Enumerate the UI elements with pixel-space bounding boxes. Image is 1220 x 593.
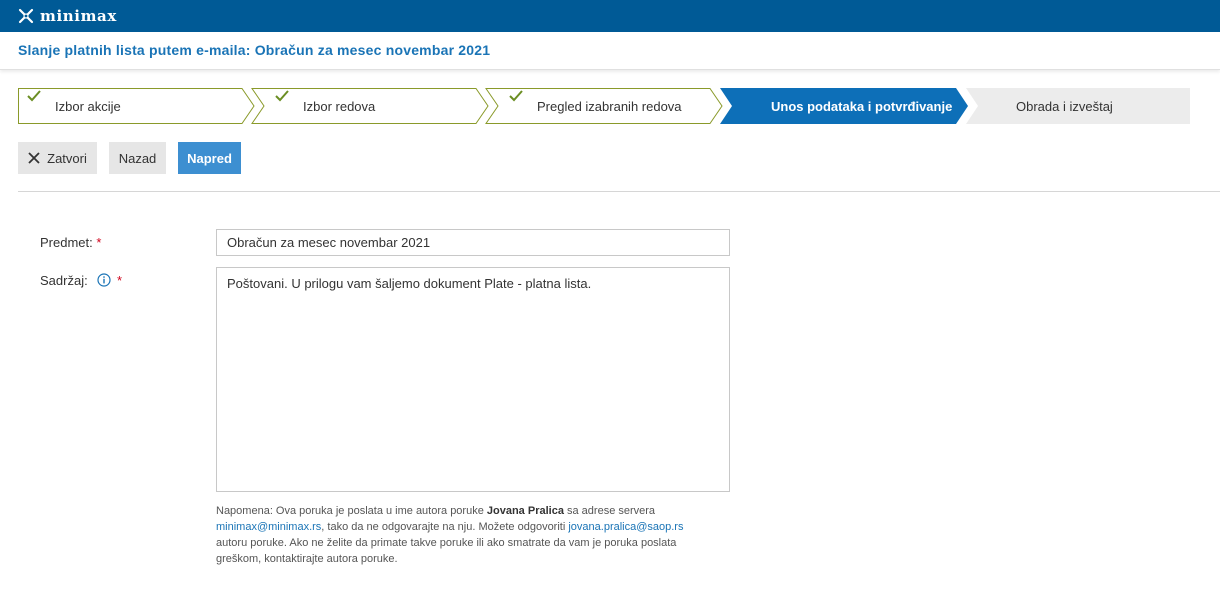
close-icon [28, 152, 40, 164]
app-logo[interactable]: minimax [18, 6, 117, 26]
server-email-link[interactable]: minimax@minimax.rs [216, 521, 321, 533]
check-icon [27, 90, 41, 102]
content-textarea[interactable]: Poštovani. U prilogu vam šaljemo dokumen… [216, 267, 730, 492]
required-mark: * [96, 235, 102, 250]
note-text: Napomena: Ova poruka je poslata u ime au… [216, 503, 716, 567]
subject-label-text: Predmet: [40, 235, 93, 250]
note-part-1: Napomena: Ova poruka je poslata u ime au… [216, 505, 487, 517]
subject-label: Predmet: * [40, 235, 101, 250]
required-mark: * [116, 273, 123, 288]
subject-input[interactable] [216, 229, 730, 256]
note-part-3: , tako da ne odgovarajte na nju. Možete … [321, 521, 569, 533]
top-bar: minimax [0, 0, 1220, 32]
wizard-steps: Izbor akcije Izbor redova Pregled izabra… [18, 88, 1190, 124]
check-icon [275, 90, 289, 102]
content-label: Sadržaj: * [40, 273, 122, 288]
divider [18, 191, 1220, 192]
content-label-text: Sadržaj: [40, 273, 88, 288]
wizard-step-4: Unos podataka i potvrđivanje [771, 99, 953, 114]
app-name: minimax [40, 7, 117, 25]
wizard-step-3[interactable]: Pregled izabranih redova [537, 99, 682, 114]
wizard-step-1-shape [18, 88, 255, 124]
back-button[interactable]: Nazad [109, 142, 166, 174]
title-bar: Slanje platnih lista putem e-maila: Obra… [0, 32, 1220, 70]
wizard-step-1[interactable]: Izbor akcije [55, 99, 121, 114]
author-email-link[interactable]: jovana.pralica@saop.rs [568, 521, 683, 533]
info-icon[interactable] [97, 273, 111, 287]
check-icon [509, 90, 523, 102]
note-author: Jovana Pralica [486, 505, 564, 517]
page-title: Slanje platnih lista putem e-maila: Obra… [18, 42, 491, 58]
wizard-step-5: Obrada i izveštaj [1016, 99, 1113, 114]
note-part-4: autoru poruke. Ako ne želite da primate … [216, 537, 677, 565]
minimax-logo-icon [18, 8, 34, 24]
close-button[interactable]: Zatvori [18, 142, 97, 174]
note-part-2: sa adrese servera [563, 505, 656, 517]
close-button-label: Zatvori [47, 150, 87, 166]
wizard-step-2[interactable]: Izbor redova [303, 99, 375, 114]
next-button[interactable]: Napred [178, 142, 241, 174]
